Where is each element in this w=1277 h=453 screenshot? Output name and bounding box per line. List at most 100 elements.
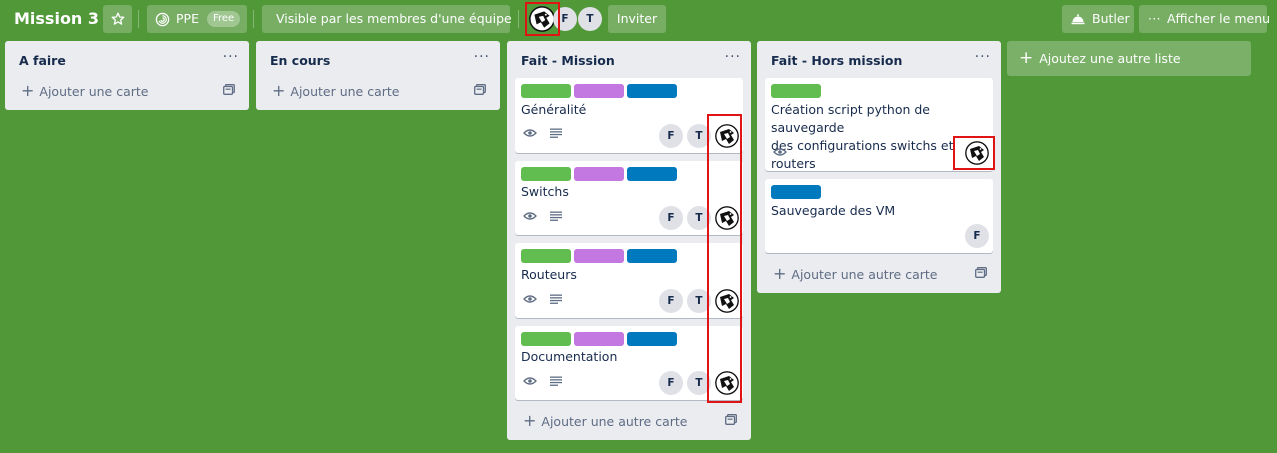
label-blue <box>627 167 677 181</box>
label-green <box>521 332 571 346</box>
highlight-box <box>707 114 742 403</box>
highlight-box <box>953 136 995 170</box>
label-blue <box>627 249 677 263</box>
card-labels <box>771 185 821 199</box>
card-title: Généralité <box>521 102 587 117</box>
list-title[interactable]: A faire <box>19 53 66 68</box>
member-avatar-f[interactable]: F <box>965 224 989 248</box>
card-template-icon[interactable] <box>474 84 486 95</box>
list-menu-button[interactable]: ··· <box>474 49 490 65</box>
add-card-button[interactable]: + Ajouter une carte <box>264 78 492 104</box>
card-title: Switchs <box>521 184 569 199</box>
card-template-icon[interactable] <box>725 414 737 425</box>
label-blue <box>627 332 677 346</box>
add-card-button[interactable]: + Ajouter une autre carte <box>515 408 743 434</box>
member-avatar-f[interactable]: F <box>659 371 683 395</box>
description-icon <box>550 294 562 304</box>
member-avatar-f[interactable]: F <box>659 124 683 148</box>
card-labels <box>521 84 677 98</box>
highlight-box <box>525 2 560 36</box>
board-header: Mission 3 PPE Free Visible par les membr… <box>0 0 1277 40</box>
show-menu-button[interactable]: ··· Afficher le menu <box>1139 5 1271 33</box>
card-title-line: Création script python de sauvegarde <box>771 102 930 135</box>
more-dots-icon: ··· <box>1148 12 1161 26</box>
show-menu-label: Afficher le menu <box>1166 11 1271 26</box>
card-badges <box>773 147 787 157</box>
list-menu-button[interactable]: ··· <box>223 49 239 65</box>
plus-icon: + <box>1019 48 1034 68</box>
description-icon <box>550 376 562 386</box>
label-purple <box>574 332 624 346</box>
member-avatar-t[interactable]: T <box>578 7 602 31</box>
card-members: F <box>965 224 989 248</box>
plan-badge: Free <box>206 11 241 27</box>
butler-button[interactable]: Butler <box>1062 5 1134 33</box>
star-button[interactable] <box>103 5 132 33</box>
watch-eye-icon <box>523 294 537 304</box>
plus-icon: + <box>773 264 787 283</box>
watch-eye-icon <box>773 147 787 157</box>
list-en-cours: En cours ··· + Ajouter une carte <box>256 41 500 110</box>
card-badges <box>523 128 562 138</box>
board-title[interactable]: Mission 3 <box>8 5 105 33</box>
add-card-button[interactable]: + Ajouter une carte <box>13 78 241 104</box>
invite-button[interactable]: Inviter <box>608 5 666 33</box>
label-purple <box>574 249 624 263</box>
watch-eye-icon <box>523 128 537 138</box>
label-blue <box>627 84 677 98</box>
header-divider <box>518 10 519 28</box>
label-green <box>521 84 571 98</box>
card-badges <box>523 376 562 386</box>
list-a-faire: A faire ··· + Ajouter une carte <box>5 41 249 110</box>
team-name: PPE <box>176 11 199 26</box>
label-purple <box>574 167 624 181</box>
card-template-icon[interactable] <box>223 84 235 95</box>
card-title: Routeurs <box>521 267 577 282</box>
add-card-label: Ajouter une carte <box>290 83 400 99</box>
add-card-label: Ajouter une carte <box>39 83 149 99</box>
list-title[interactable]: Fait - Mission <box>521 53 615 68</box>
label-blue <box>771 185 821 199</box>
watch-eye-icon <box>523 211 537 221</box>
label-green <box>771 84 821 98</box>
add-card-button[interactable]: + Ajouter une autre carte <box>765 261 993 287</box>
card-labels <box>771 84 821 98</box>
member-avatar-f[interactable]: F <box>659 206 683 230</box>
plus-icon: + <box>21 81 35 100</box>
description-icon <box>550 211 562 221</box>
card-sauvegarde-vm[interactable]: Sauvegarde des VM F <box>765 179 993 253</box>
card-title: Documentation <box>521 349 618 364</box>
team-spiral-icon <box>155 12 170 26</box>
visibility-button[interactable]: Visible par les membres d'une équipe <box>262 5 512 33</box>
card-labels <box>521 167 677 181</box>
card-badges <box>523 211 562 221</box>
header-divider <box>253 10 254 28</box>
add-card-label: Ajouter une autre carte <box>541 413 688 429</box>
list-title[interactable]: Fait - Hors mission <box>771 53 902 68</box>
watch-eye-icon <box>523 376 537 386</box>
plus-icon: + <box>272 81 286 100</box>
add-list-label: Ajoutez une autre liste <box>1039 51 1181 66</box>
list-title[interactable]: En cours <box>270 53 330 68</box>
add-card-label: Ajouter une autre carte <box>791 266 938 282</box>
butler-label: Butler <box>1092 11 1130 26</box>
member-avatar-f[interactable]: F <box>659 289 683 313</box>
card-labels <box>521 249 677 263</box>
label-green <box>521 249 571 263</box>
label-green <box>521 167 571 181</box>
header-divider <box>138 10 139 28</box>
add-list-button[interactable]: + Ajoutez une autre liste <box>1007 41 1251 76</box>
card-template-icon[interactable] <box>975 267 987 278</box>
list-menu-button[interactable]: ··· <box>975 49 991 65</box>
butler-bell-icon <box>1071 14 1085 25</box>
card-badges <box>523 294 562 304</box>
description-icon <box>550 128 562 138</box>
visibility-label: Visible par les membres d'une équipe <box>276 11 512 26</box>
list-menu-button[interactable]: ··· <box>725 49 741 65</box>
team-button[interactable]: PPE Free <box>147 5 247 33</box>
card-labels <box>521 332 677 346</box>
label-purple <box>574 84 624 98</box>
card-title: Sauvegarde des VM <box>771 203 896 218</box>
plus-icon: + <box>523 411 537 430</box>
star-icon <box>111 12 124 25</box>
